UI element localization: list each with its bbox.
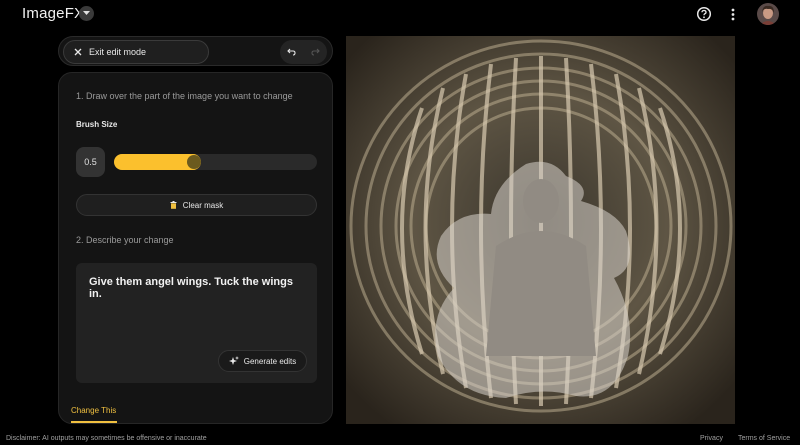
undo-redo-group xyxy=(280,40,327,64)
privacy-link[interactable]: Privacy xyxy=(700,435,723,442)
more-options-button[interactable] xyxy=(727,6,739,22)
step2-instruction: 2. Describe your change xyxy=(76,235,174,245)
help-circle-icon xyxy=(696,6,712,22)
image-canvas[interactable] xyxy=(346,36,735,424)
tab-active-indicator xyxy=(71,421,117,423)
prompt-box: Give them angel wings. Tuck the wings in… xyxy=(76,263,317,383)
help-button[interactable] xyxy=(696,6,712,22)
close-icon xyxy=(74,48,82,56)
app-title: ImageFX xyxy=(22,5,85,22)
more-vertical-icon xyxy=(731,8,735,20)
edit-mode-bar: Exit edit mode xyxy=(58,36,333,66)
redo-icon[interactable] xyxy=(311,48,320,56)
brush-size-label: Brush Size xyxy=(76,120,118,129)
footer: Disclaimer: AI outputs may sometimes be … xyxy=(0,434,800,445)
chevron-down-icon xyxy=(83,11,90,15)
step1-instruction: 1. Draw over the part of the image you w… xyxy=(76,91,293,101)
clear-mask-label: Clear mask xyxy=(182,200,224,210)
generate-edits-button[interactable]: Generate edits xyxy=(218,350,307,372)
avatar-image xyxy=(757,3,779,25)
exit-edit-mode-label: Exit edit mode xyxy=(89,47,147,57)
generate-edits-label: Generate edits xyxy=(243,356,297,366)
slider-thumb[interactable] xyxy=(187,155,201,169)
trash-icon xyxy=(170,201,177,209)
undo-icon[interactable] xyxy=(287,48,296,56)
edit-panel: 1. Draw over the part of the image you w… xyxy=(58,72,333,424)
clear-mask-button[interactable]: Clear mask xyxy=(76,194,317,216)
brush-size-value[interactable]: 0.5 xyxy=(76,147,105,177)
prompt-input[interactable]: Give them angel wings. Tuck the wings in… xyxy=(89,276,307,300)
tab-change-this[interactable]: Change This xyxy=(71,406,116,415)
top-bar: ImageFX xyxy=(0,0,800,30)
sparkle-icon xyxy=(228,356,239,365)
exit-edit-mode-button[interactable]: Exit edit mode xyxy=(63,40,209,64)
disclaimer-text: Disclaimer: AI outputs may sometimes be … xyxy=(6,435,207,442)
terms-link[interactable]: Terms of Service xyxy=(738,435,790,442)
app-menu-button[interactable] xyxy=(79,6,94,21)
user-avatar[interactable] xyxy=(757,3,779,25)
brush-size-slider[interactable] xyxy=(114,154,317,170)
generated-image xyxy=(346,36,735,424)
